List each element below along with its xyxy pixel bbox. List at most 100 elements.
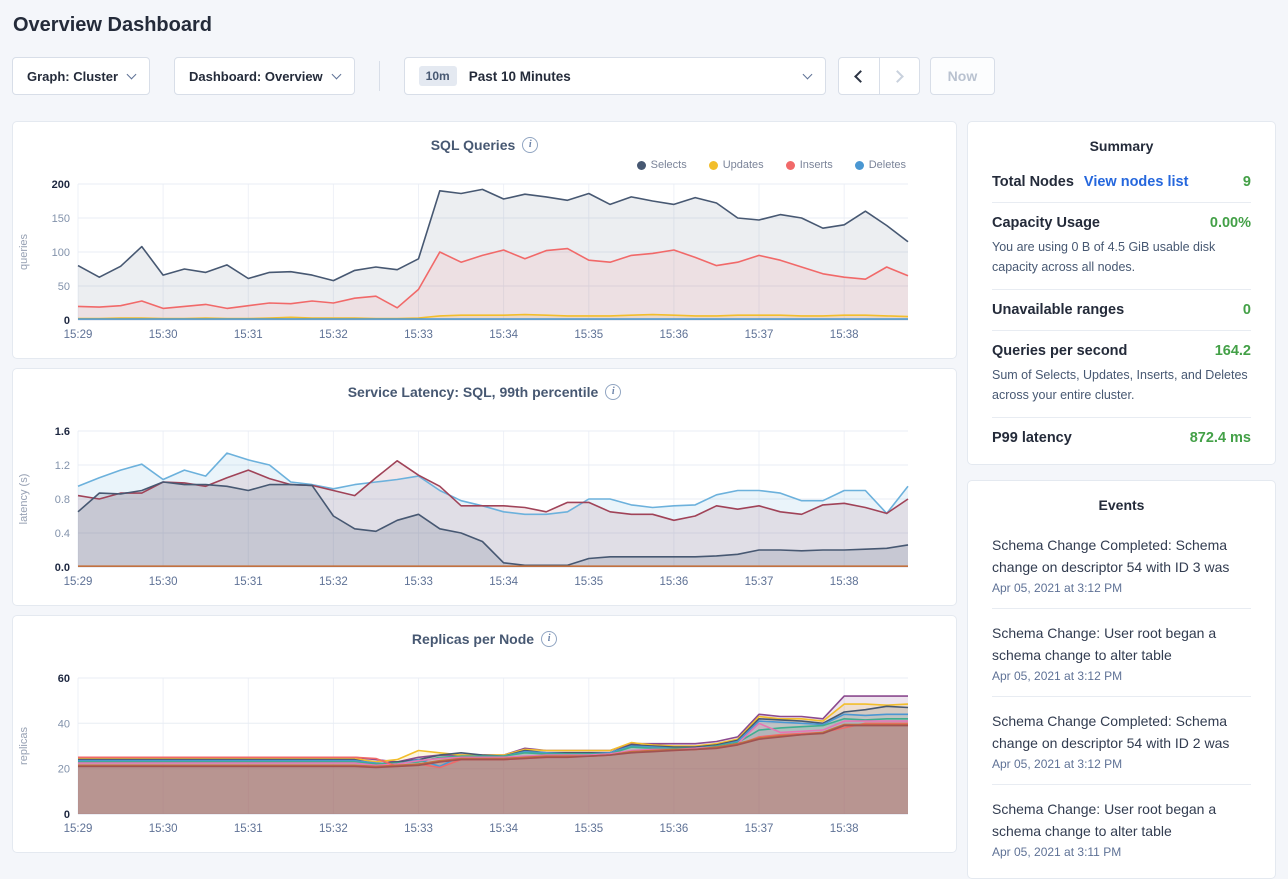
- legend-item-selects: Selects: [637, 159, 687, 171]
- svg-text:15:32: 15:32: [319, 329, 348, 341]
- info-icon[interactable]: i: [522, 137, 538, 153]
- main-content: SQL Queries i Selects Updates Inserts Delet…: [0, 95, 1288, 879]
- legend-dot-icon: [786, 161, 795, 170]
- now-button: Now: [930, 57, 996, 95]
- svg-text:15:38: 15:38: [830, 823, 859, 835]
- svg-text:15:29: 15:29: [64, 823, 93, 835]
- graph-select-dropdown[interactable]: Graph: Cluster: [12, 57, 150, 95]
- chart-card-sql-queries: SQL Queries i Selects Updates Inserts Delet…: [12, 121, 957, 359]
- svg-text:0.4: 0.4: [55, 528, 70, 540]
- view-nodes-list-link[interactable]: View nodes list: [1084, 174, 1189, 190]
- legend-item-inserts: Inserts: [786, 159, 833, 171]
- event-item[interactable]: Schema Change: User root began a schema …: [992, 784, 1251, 872]
- svg-text:queries: queries: [18, 233, 30, 270]
- svg-text:15:35: 15:35: [574, 576, 603, 588]
- event-timestamp: Apr 05, 2021 at 3:12 PM: [992, 669, 1251, 683]
- chevron-down-icon: [802, 69, 812, 79]
- event-item[interactable]: Schema Change: User root began a schema …: [992, 608, 1251, 696]
- chart-legend: Selects Updates Inserts Deletes: [13, 154, 956, 176]
- svg-text:15:34: 15:34: [489, 823, 518, 835]
- event-item[interactable]: Schema Change Completed: Schema change o…: [992, 521, 1251, 608]
- summary-row: Capacity Usage 0.00% You are using 0 B of …: [992, 202, 1251, 289]
- summary-value: 0.00%: [1210, 215, 1251, 231]
- chart-title: Replicas per Node: [412, 631, 534, 647]
- chart-card-replicas-per-node: Replicas per Node i 020406015:2915:3015:…: [12, 615, 957, 853]
- svg-text:200: 200: [52, 179, 70, 191]
- summary-row: P99 latency872.4 ms: [992, 417, 1251, 458]
- svg-text:15:38: 15:38: [830, 576, 859, 588]
- svg-text:0.0: 0.0: [55, 562, 70, 574]
- event-item[interactable]: Schema Change Completed: Schema change o…: [992, 696, 1251, 784]
- event-timestamp: Apr 05, 2021 at 3:11 PM: [992, 845, 1251, 859]
- svg-text:15:33: 15:33: [404, 823, 433, 835]
- legend-dot-icon: [855, 161, 864, 170]
- legend-dot-icon: [637, 161, 646, 170]
- toolbar-divider: [379, 61, 380, 91]
- info-icon[interactable]: i: [605, 384, 621, 400]
- summary-panel: Summary Total Nodes View nodes list 9 Capac…: [967, 121, 1276, 465]
- events-panel: Events Schema Change Completed: Schema c…: [967, 480, 1276, 879]
- dashboard-select-dropdown[interactable]: Dashboard: Overview: [174, 57, 355, 95]
- svg-text:15:38: 15:38: [830, 329, 859, 341]
- summary-value: 0: [1243, 302, 1251, 318]
- svg-text:15:33: 15:33: [404, 576, 433, 588]
- svg-text:15:34: 15:34: [489, 576, 518, 588]
- time-range-dropdown[interactable]: 10m Past 10 Minutes: [404, 57, 826, 95]
- svg-text:15:30: 15:30: [149, 329, 178, 341]
- summary-description: You are using 0 B of 4.5 GiB usable disk…: [992, 237, 1251, 277]
- legend-item-deletes: Deletes: [855, 159, 906, 171]
- event-message: Schema Change: User root began a schema …: [992, 622, 1251, 666]
- svg-text:1.2: 1.2: [55, 460, 70, 472]
- events-list: Schema Change Completed: Schema change o…: [992, 521, 1251, 872]
- sql-queries-chart[interactable]: 05010015020015:2915:3015:3115:3215:3315:…: [13, 176, 956, 346]
- event-timestamp: Apr 05, 2021 at 3:12 PM: [992, 581, 1251, 595]
- summary-row: Total Nodes View nodes list 9: [992, 162, 1251, 202]
- svg-text:15:34: 15:34: [489, 329, 518, 341]
- chevron-down-icon: [331, 69, 341, 79]
- svg-text:15:31: 15:31: [234, 576, 263, 588]
- summary-value: 9: [1243, 174, 1251, 190]
- svg-text:15:30: 15:30: [149, 576, 178, 588]
- prev-interval-button[interactable]: [839, 58, 879, 94]
- svg-text:20: 20: [58, 764, 70, 776]
- time-range-label: Past 10 Minutes: [469, 69, 571, 84]
- sidebar: Summary Total Nodes View nodes list 9 Capac…: [967, 121, 1276, 879]
- svg-text:15:36: 15:36: [660, 576, 689, 588]
- summary-title: Summary: [992, 138, 1251, 162]
- svg-text:15:30: 15:30: [149, 823, 178, 835]
- dashboard-select-label: Dashboard: Overview: [189, 69, 323, 84]
- replicas-per-node-chart[interactable]: 020406015:2915:3015:3115:3215:3315:3415:…: [13, 670, 956, 840]
- svg-text:15:32: 15:32: [319, 576, 348, 588]
- event-message: Schema Change: User root began a schema …: [992, 798, 1251, 842]
- service-latency-chart[interactable]: 0.00.40.81.21.615:2915:3015:3115:3215:33…: [13, 423, 956, 593]
- svg-text:15:32: 15:32: [319, 823, 348, 835]
- svg-text:0.8: 0.8: [55, 494, 70, 506]
- svg-text:15:36: 15:36: [660, 823, 689, 835]
- summary-label: Total Nodes: [992, 174, 1074, 190]
- chart-title: Service Latency: SQL, 99th percentile: [348, 384, 599, 400]
- page-title: Overview Dashboard: [0, 0, 1288, 37]
- legend-label: Updates: [723, 159, 764, 171]
- summary-row: Queries per second164.2Sum of Selects, U…: [992, 330, 1251, 417]
- summary-description: Sum of Selects, Updates, Inserts, and De…: [992, 365, 1251, 405]
- legend-label: Inserts: [800, 159, 833, 171]
- svg-text:15:36: 15:36: [660, 329, 689, 341]
- info-icon[interactable]: i: [541, 631, 557, 647]
- svg-text:15:37: 15:37: [745, 823, 774, 835]
- svg-text:15:29: 15:29: [64, 329, 93, 341]
- summary-label: Capacity Usage: [992, 215, 1100, 231]
- time-step-group: [838, 57, 920, 95]
- summary-label: Unavailable ranges: [992, 302, 1124, 318]
- svg-text:0: 0: [64, 315, 70, 327]
- summary-value: 872.4 ms: [1190, 430, 1251, 446]
- svg-text:100: 100: [52, 247, 70, 259]
- legend-dot-icon: [709, 161, 718, 170]
- toolbar: Graph: Cluster Dashboard: Overview 10m P…: [12, 57, 1288, 95]
- events-title: Events: [992, 497, 1251, 521]
- chart-card-service-latency: Service Latency: SQL, 99th percentile i …: [12, 368, 957, 606]
- svg-text:15:37: 15:37: [745, 576, 774, 588]
- chevron-down-icon: [127, 69, 137, 79]
- chart-title: SQL Queries: [431, 137, 516, 153]
- chevron-left-icon: [854, 70, 867, 83]
- svg-text:replicas: replicas: [18, 727, 30, 765]
